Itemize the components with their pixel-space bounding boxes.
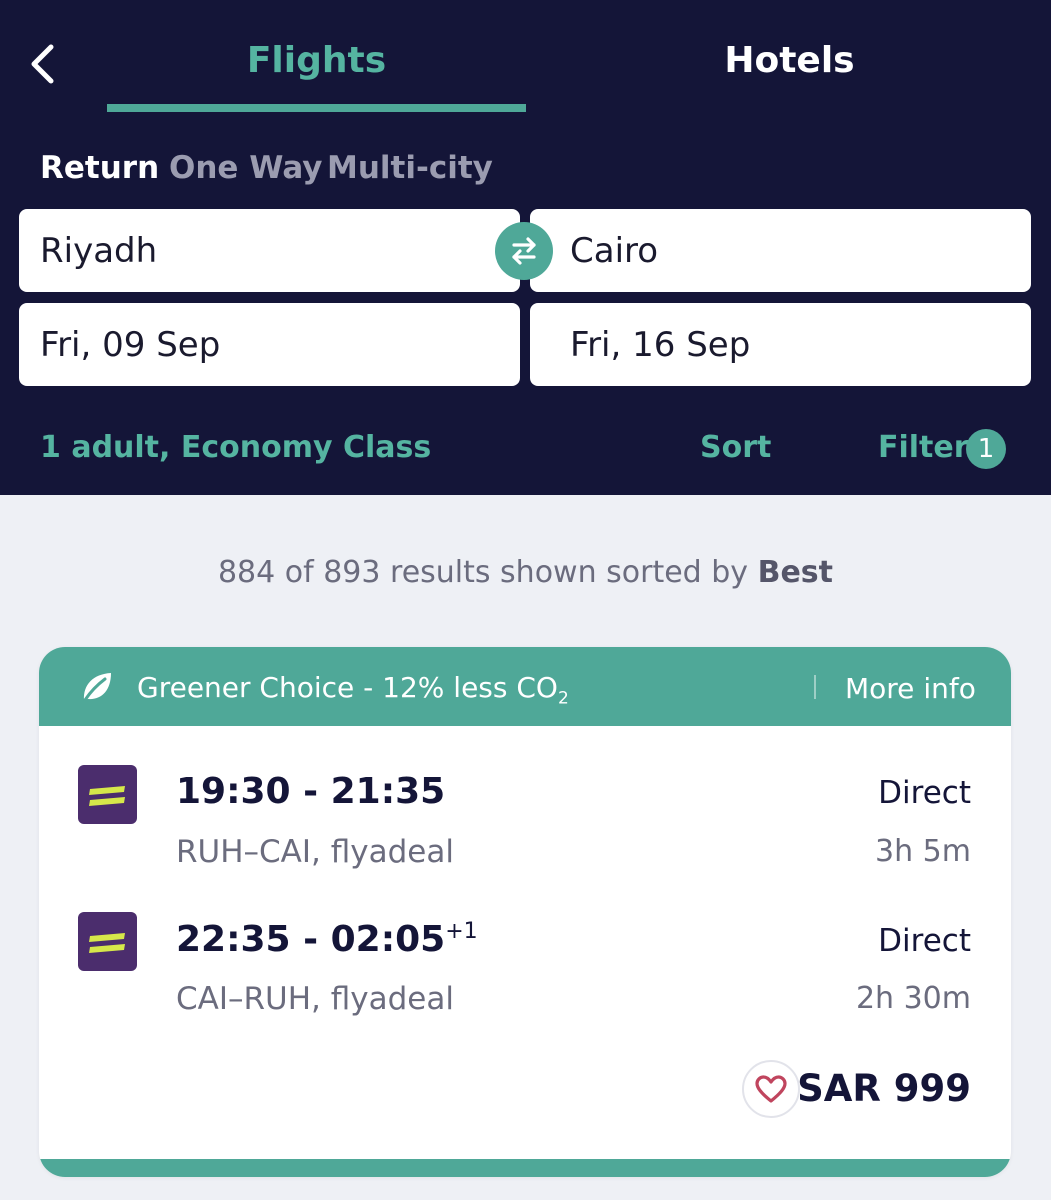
leaf-icon xyxy=(83,673,111,702)
tab-hotels[interactable]: Hotels xyxy=(580,34,999,86)
results-summary-text: 884 of 893 results shown sorted by xyxy=(217,555,758,590)
chevron-left-icon xyxy=(31,44,54,84)
return-day-offset: +1 xyxy=(445,919,478,944)
sort-button[interactable]: Sort xyxy=(700,430,771,465)
return-duration: 2h 30m xyxy=(855,981,971,1016)
flight-result-card[interactable]: Greener Choice - 12% less CO2 More info … xyxy=(39,647,1011,1177)
trip-type-multi-city[interactable]: Multi-city xyxy=(327,150,493,186)
search-header: Flights Hotels Return One Way Multi-city… xyxy=(0,0,1051,495)
filter-count-badge: 1 xyxy=(966,429,1006,469)
trip-type-one-way[interactable]: One Way xyxy=(169,150,323,186)
more-info-link[interactable]: More info xyxy=(845,672,976,705)
active-tab-indicator xyxy=(107,104,526,112)
return-times-text: 22:35 - 02:05 xyxy=(176,919,446,960)
return-date-value: Fri, 16 Sep xyxy=(570,324,751,365)
flyadeal-logo-icon xyxy=(89,786,125,806)
trip-type-return[interactable]: Return xyxy=(40,150,159,186)
outbound-route: RUH–CAI, flyadeal xyxy=(176,834,454,870)
return-times: 22:35 - 02:05+1 xyxy=(176,919,478,960)
swap-arrows-icon xyxy=(512,237,536,265)
greener-choice-banner: Greener Choice - 12% less CO2 More info xyxy=(39,647,1011,726)
banner-divider xyxy=(814,675,816,699)
destination-field[interactable]: Cairo xyxy=(530,209,1031,292)
outbound-times-text: 19:30 - 21:35 xyxy=(176,771,446,812)
co2-subscript: 2 xyxy=(557,688,569,709)
passengers-class-selector[interactable]: 1 adult, Economy Class xyxy=(40,430,431,465)
return-date-field[interactable]: Fri, 16 Sep xyxy=(530,303,1031,386)
outbound-stops: Direct xyxy=(878,775,971,811)
outbound-duration: 3h 5m xyxy=(875,834,971,869)
favorite-button[interactable] xyxy=(742,1060,800,1118)
price: SAR 999 xyxy=(797,1067,971,1110)
return-route: CAI–RUH, flyadeal xyxy=(176,981,454,1017)
greener-choice-label: Greener Choice - 12% less CO2 xyxy=(137,671,569,709)
outbound-times: 19:30 - 21:35 xyxy=(176,771,445,812)
greener-choice-text: Greener Choice - 12% less CO xyxy=(137,671,558,704)
airline-logo xyxy=(78,765,137,824)
flyadeal-logo-icon xyxy=(89,933,125,953)
destination-value: Cairo xyxy=(570,230,659,271)
back-button[interactable] xyxy=(22,38,62,90)
results-sort-criteria: Best xyxy=(757,555,834,590)
origin-field[interactable]: Riyadh xyxy=(19,209,520,292)
origin-value: Riyadh xyxy=(40,230,158,271)
results-summary: 884 of 893 results shown sorted by Best xyxy=(0,555,1051,590)
return-stops: Direct xyxy=(878,923,971,959)
tab-flights[interactable]: Flights xyxy=(107,34,526,86)
depart-date-value: Fri, 09 Sep xyxy=(40,324,221,365)
filter-button[interactable]: Filter xyxy=(878,430,969,465)
heart-icon xyxy=(755,1075,787,1103)
airline-logo xyxy=(78,912,137,971)
card-footer-bar xyxy=(39,1159,1011,1177)
depart-date-field[interactable]: Fri, 09 Sep xyxy=(19,303,520,386)
swap-button[interactable] xyxy=(495,222,553,280)
